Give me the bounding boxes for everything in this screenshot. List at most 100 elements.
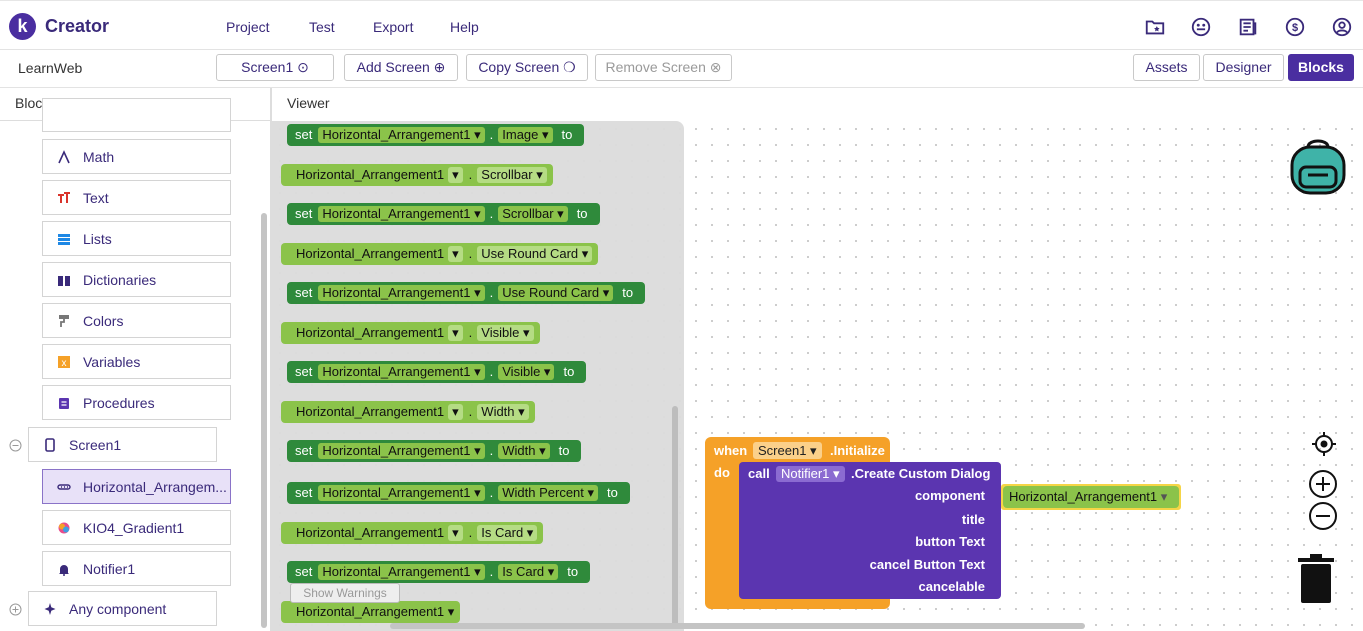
event-component-label: Screen1 <box>758 443 807 458</box>
param-cancel-button-text: cancel Button Text <box>869 557 985 572</box>
bell-icon <box>59 565 69 576</box>
block-category-dictionaries[interactable]: Dictionaries <box>42 262 231 297</box>
toolbar: LearnWeb Screen1 ⊙ Add Screen ⊕ Copy Scr… <box>0 50 1363 88</box>
tree-component-label: Notifier1 <box>83 561 136 577</box>
text-icon <box>58 192 70 203</box>
tree-any-component[interactable]: Any component <box>28 591 217 626</box>
flyout-getter-block[interactable]: Horizontal_Arrangement1 ▾. Width ▾ <box>281 401 535 423</box>
viewer-panel-title: Viewer <box>287 95 330 111</box>
param-button-text: button Text <box>915 534 985 549</box>
account-icon[interactable] <box>1331 16 1353 38</box>
phone-icon <box>45 438 55 452</box>
block-category-colors[interactable]: Colors <box>42 303 231 338</box>
tree-screen-label: Screen1 <box>69 437 122 453</box>
math-icon <box>58 150 70 164</box>
center-icon[interactable] <box>1311 431 1337 457</box>
block-category-lists[interactable]: Lists <box>42 221 231 256</box>
block-category-procedures[interactable]: Procedures <box>42 385 231 420</box>
event-component-dropdown[interactable]: Screen1 ▾ <box>753 442 822 459</box>
workspace-horizontal-scrollbar[interactable] <box>390 623 1085 629</box>
block-category-hidden[interactable] <box>42 98 231 132</box>
dollar-icon[interactable]: $ <box>1284 16 1306 38</box>
copy-screen-button[interactable]: Copy Screen ❍ <box>466 54 588 81</box>
call-component-dropdown[interactable]: Notifier1 ▾ <box>776 466 845 482</box>
menu-help[interactable]: Help <box>450 19 479 35</box>
logo[interactable]: k <box>9 13 36 40</box>
flyout-setter-block[interactable]: set Horizontal_Arrangement1 ▾. Is Card ▾ to <box>287 561 591 583</box>
news-icon[interactable] <box>1237 16 1259 38</box>
sparkle-icon <box>44 603 56 615</box>
call-label: call <box>748 466 770 481</box>
blocks-workspace[interactable]: set Horizontal_Arrangement1 ▾. Image ▾ to Ho… <box>272 121 1363 631</box>
procedure-icon <box>59 398 69 409</box>
zoom-in-icon[interactable] <box>1308 469 1338 499</box>
blocks-panel: Math Text Lists Dictionaries Colors x Va… <box>0 88 271 631</box>
list-icon <box>58 234 70 245</box>
flyout-getter-block[interactable]: Horizontal_Arrangement1 ▾. Visible ▾ <box>281 322 540 344</box>
backpack-icon[interactable] <box>1286 133 1350 197</box>
menu-project[interactable]: Project <box>226 19 270 35</box>
block-category-label: Variables <box>83 354 141 370</box>
event-name-label: .Initialize <box>830 443 885 458</box>
do-label: do <box>714 465 730 480</box>
show-warnings-button[interactable]: Show Warnings <box>290 583 400 603</box>
component-arg-label: Horizontal_Arrangement1 <box>1009 489 1158 504</box>
brand-name[interactable]: Creator <box>45 16 109 37</box>
variable-icon: x <box>58 356 70 369</box>
remove-screen-button[interactable]: Remove Screen ⊗ <box>595 54 732 81</box>
call-component-label: Notifier1 <box>781 466 830 481</box>
flyout-setter-block[interactable]: set Horizontal_Arrangement1 ▾. Image ▾ to <box>287 124 585 146</box>
block-category-variables[interactable]: x Variables <box>42 344 231 379</box>
block-category-label: Lists <box>83 231 112 247</box>
svg-text:x: x <box>62 358 67 369</box>
emoji-icon[interactable] <box>1190 16 1212 38</box>
svg-text:$: $ <box>1292 22 1298 34</box>
zoom-out-icon[interactable] <box>1308 501 1338 531</box>
tree-component-notifier[interactable]: Notifier1 <box>42 551 231 586</box>
component-arg-block[interactable]: Horizontal_Arrangement1 ▾ <box>1003 486 1179 508</box>
flyout-getter-block[interactable]: Horizontal_Arrangement1 ▾. Scrollbar ▾ <box>281 164 553 186</box>
expand-icon[interactable] <box>9 603 22 616</box>
block-category-label: Math <box>83 149 115 165</box>
method-name-label: .Create Custom Dialog <box>851 466 991 481</box>
flyout-scrollbar[interactable] <box>672 406 678 626</box>
arrangement-icon <box>57 484 71 490</box>
flyout-component-block[interactable]: Horizontal_Arrangement1 ▾ <box>281 601 461 623</box>
flyout-setter-block[interactable]: set Horizontal_Arrangement1 ▾. Use Round C… <box>287 282 646 304</box>
param-cancelable: cancelable <box>918 579 986 594</box>
project-name: LearnWeb <box>18 60 83 76</box>
tree-any-label: Any component <box>69 601 167 617</box>
gradient-icon <box>58 522 70 534</box>
flyout-getter-block[interactable]: Horizontal_Arrangement1 ▾. Is Card ▾ <box>281 522 544 544</box>
when-label: when <box>714 443 748 458</box>
tree-component-horizontal-arrangement[interactable]: Horizontal_Arrangem... <box>42 469 231 504</box>
dictionary-icon <box>58 276 70 286</box>
tree-component-label: KIO4_Gradient1 <box>83 520 185 536</box>
paint-roller-icon <box>59 315 69 327</box>
flyout-setter-block[interactable]: set Horizontal_Arrangement1 ▾. Width Perce… <box>287 482 630 504</box>
tree-component-kio4-gradient[interactable]: KIO4_Gradient1 <box>42 510 231 545</box>
add-screen-button[interactable]: Add Screen ⊕ <box>344 54 458 81</box>
block-category-math[interactable]: Math <box>42 139 231 174</box>
menu-export[interactable]: Export <box>373 19 413 35</box>
folder-star-icon[interactable] <box>1144 16 1166 38</box>
param-title: title <box>961 512 985 527</box>
designer-button[interactable]: Designer <box>1203 54 1284 81</box>
block-category-text[interactable]: Text <box>42 180 231 215</box>
top-bar: k Creator Project Test Export Help $ <box>0 0 1363 50</box>
flyout-getter-block[interactable]: Horizontal_Arrangement1 ▾. Use Round Card … <box>281 243 599 265</box>
trash-icon[interactable] <box>1296 553 1336 605</box>
flyout-setter-block[interactable]: set Horizontal_Arrangement1 ▾. Visible ▾ to <box>287 361 587 383</box>
assets-button[interactable]: Assets <box>1133 54 1200 81</box>
flyout-setter-block[interactable]: set Horizontal_Arrangement1 ▾. Scrollbar ▾… <box>287 203 600 225</box>
block-category-label: Text <box>83 190 109 206</box>
tree-screen1[interactable]: Screen1 <box>28 427 217 462</box>
flyout-setter-block[interactable]: set Horizontal_Arrangement1 ▾. Width ▾ to <box>287 440 582 462</box>
block-category-label: Colors <box>83 313 124 329</box>
blocks-button[interactable]: Blocks <box>1288 54 1354 81</box>
block-category-label: Procedures <box>83 395 155 411</box>
collapse-icon[interactable] <box>9 439 22 452</box>
screen-select[interactable]: Screen1 ⊙ <box>216 54 334 81</box>
menu-test[interactable]: Test <box>309 19 335 35</box>
blocks-panel-scrollbar[interactable] <box>261 213 267 628</box>
